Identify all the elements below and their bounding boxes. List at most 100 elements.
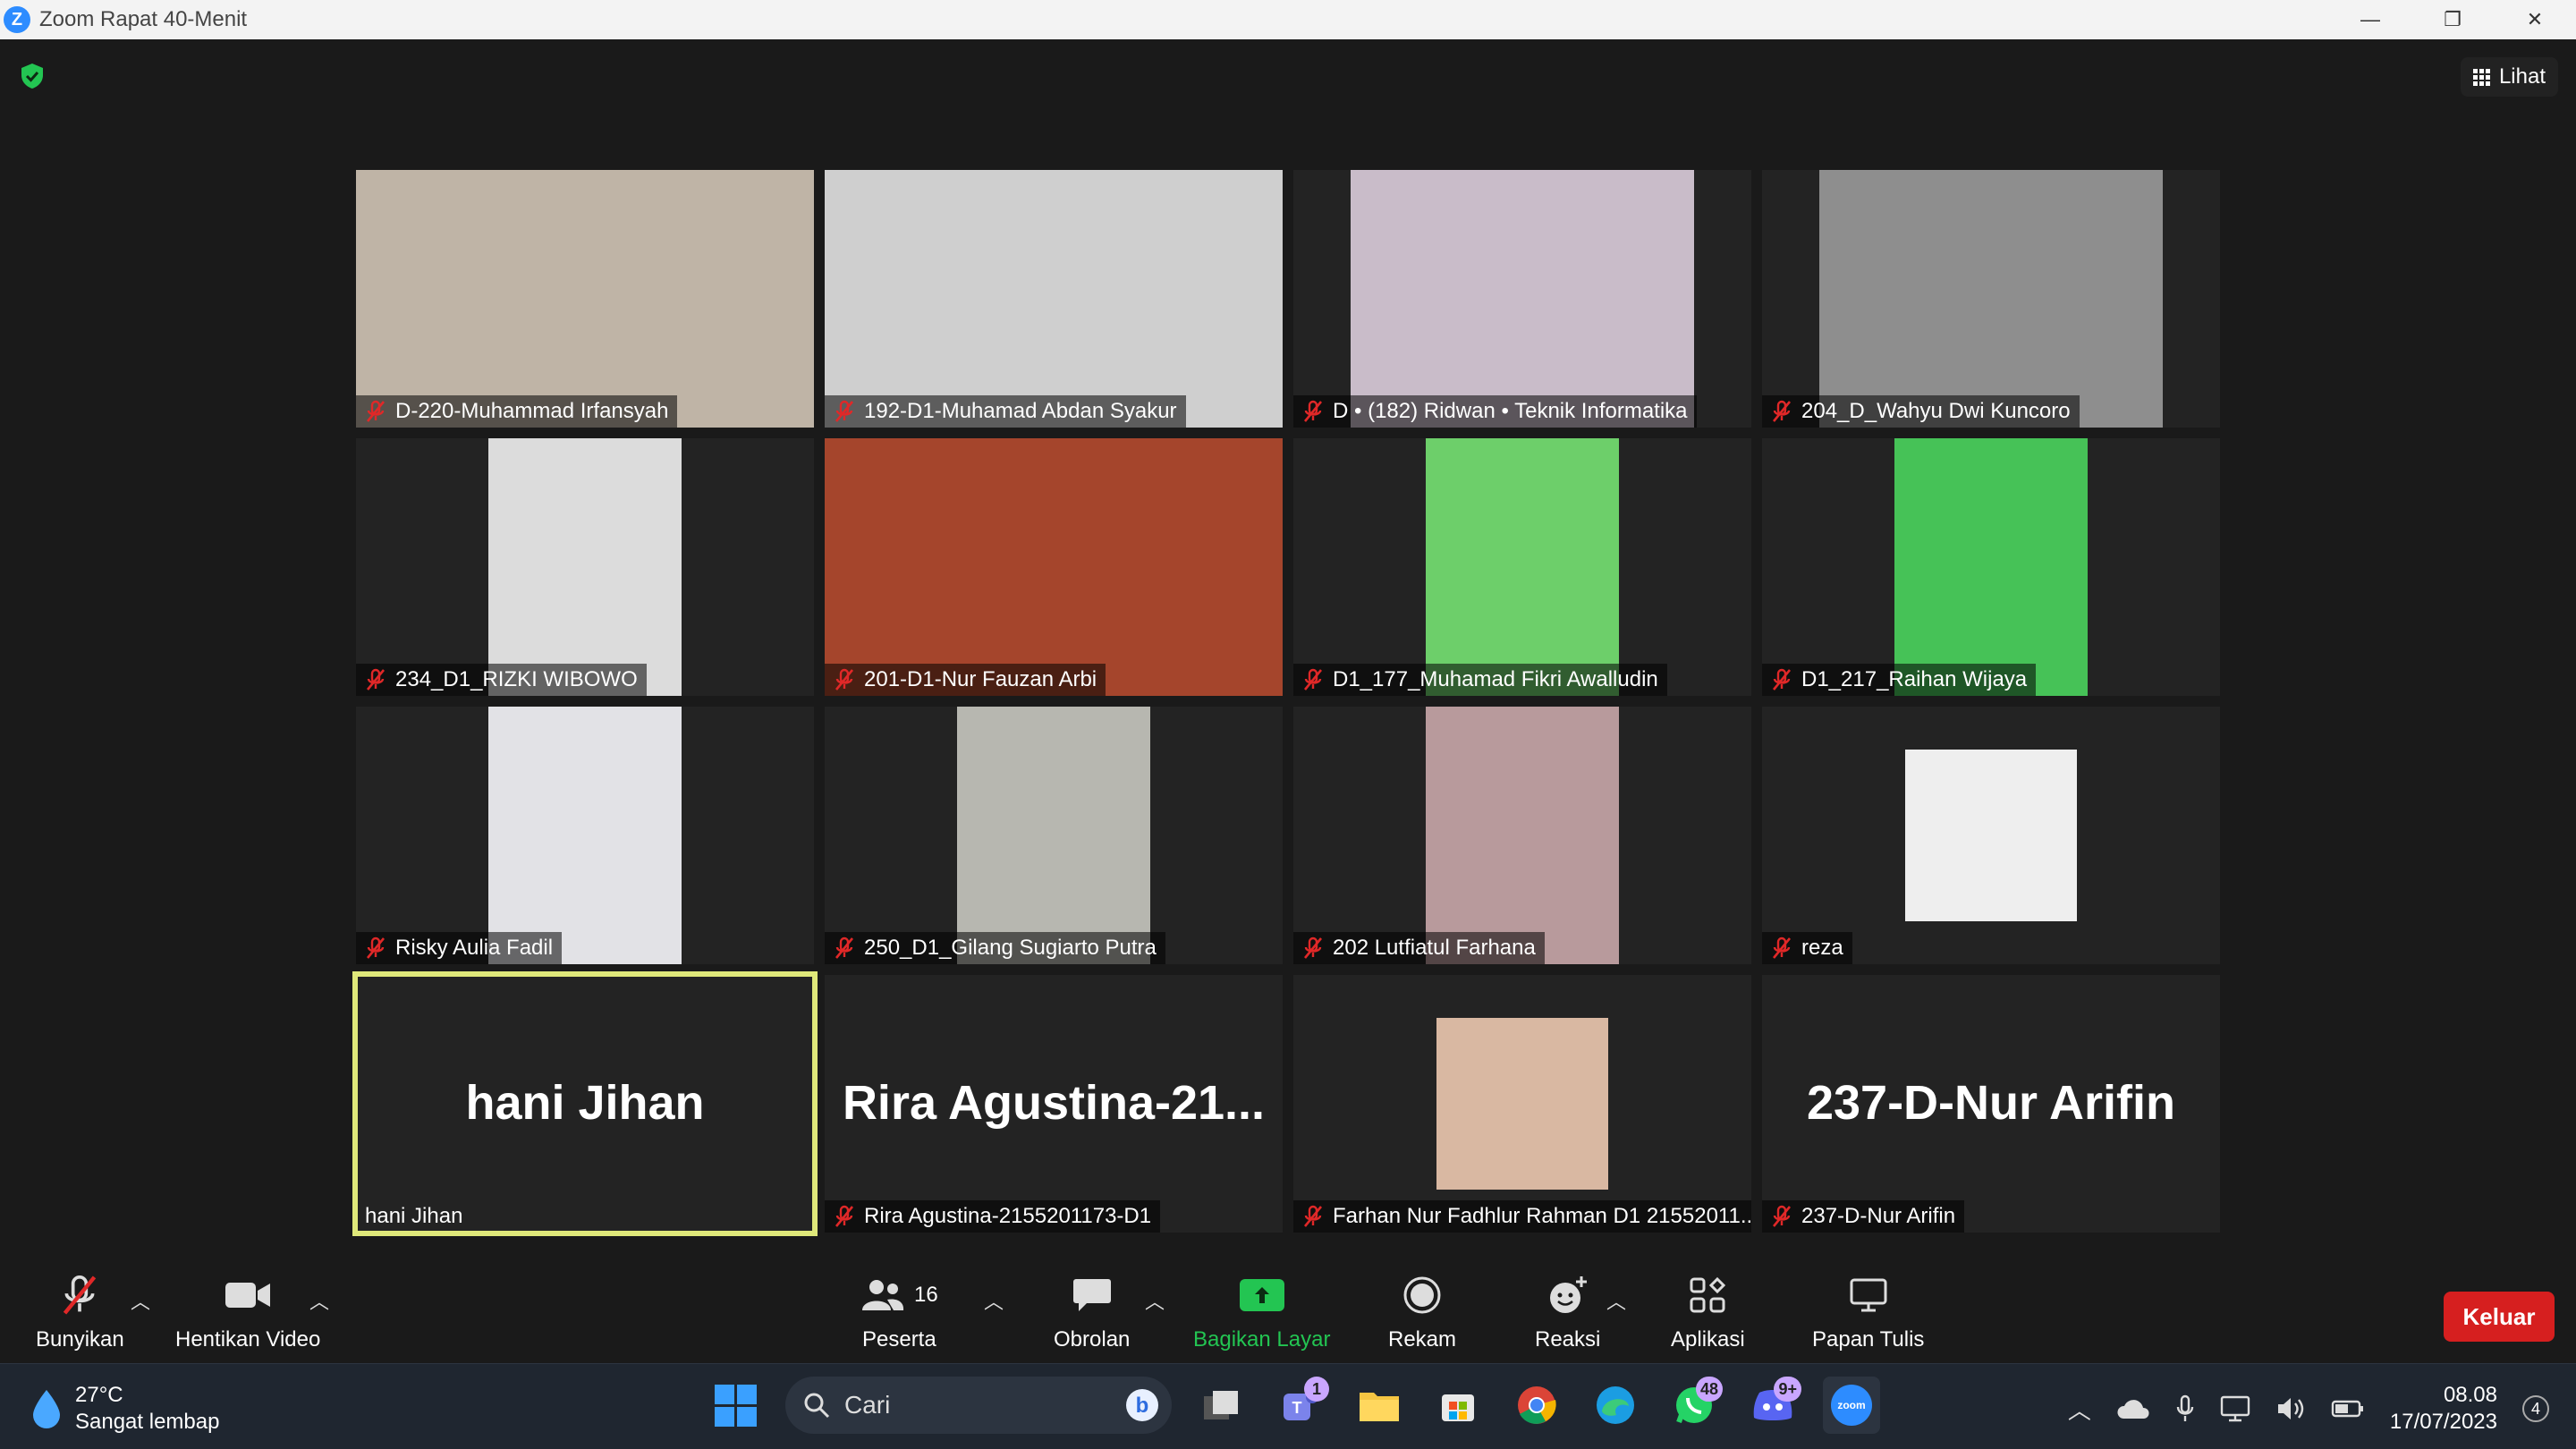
video-feed [825, 170, 1283, 428]
share-screen-button[interactable]: Bagikan Layar [1193, 1274, 1330, 1352]
taskbar-apps: Cari b T 1 48 9+ zoom [707, 1377, 1880, 1434]
whatsapp-badge: 48 [1695, 1377, 1723, 1402]
temperature: 27°C [75, 1383, 123, 1407]
participant-tile[interactable]: Farhan Nur Fadhlur Rahman D1 21552011... [1293, 975, 1751, 1233]
participants-count: 16 [914, 1283, 938, 1307]
task-view-icon[interactable] [1193, 1377, 1250, 1434]
participants-icon [862, 1280, 904, 1310]
edge-icon[interactable] [1587, 1377, 1644, 1434]
teams-icon[interactable]: T 1 [1272, 1377, 1329, 1434]
start-button[interactable] [707, 1377, 764, 1434]
audio-options-chevron-icon[interactable]: ︿ [131, 1286, 150, 1315]
close-button[interactable]: ✕ [2494, 0, 2576, 39]
participant-tile[interactable]: Risky Aulia Fadil [356, 707, 814, 964]
participant-tile[interactable]: D-220-Muhammad Irfansyah [356, 170, 814, 428]
microsoft-store-icon[interactable] [1429, 1377, 1487, 1434]
participants-button[interactable]: 16 Peserta [860, 1274, 938, 1352]
whiteboard-button[interactable]: Papan Tulis [1812, 1274, 1924, 1352]
minimize-button[interactable]: — [2329, 0, 2411, 39]
reactions-options-chevron-icon[interactable]: ︿ [1606, 1286, 1626, 1315]
participant-tile[interactable]: 204_D_Wahyu Dwi Kuncoro [1762, 170, 2220, 428]
microphone-icon[interactable] [2175, 1394, 2195, 1423]
participant-tile[interactable]: Rira Agustina-21... Rira Agustina-215520… [825, 975, 1283, 1233]
muted-mic-icon [1303, 1205, 1323, 1227]
participant-name: D-220-Muhammad Irfansyah [395, 399, 669, 423]
discord-icon[interactable]: 9+ [1744, 1377, 1801, 1434]
svg-text:b: b [1136, 1394, 1149, 1418]
chat-options-chevron-icon[interactable]: ︿ [1145, 1286, 1165, 1315]
view-button[interactable]: Lihat [2460, 57, 2558, 97]
muted-mic-icon [1772, 400, 1792, 422]
unmute-button[interactable]: Bunyikan [36, 1274, 124, 1352]
participants-options-chevron-icon[interactable]: ︿ [984, 1286, 1004, 1315]
participant-tile[interactable]: D • (182) Ridwan • Teknik Informatika [1293, 170, 1751, 428]
muted-mic-icon [1772, 1205, 1792, 1227]
video-feed [1426, 438, 1619, 696]
record-button[interactable]: Rekam [1388, 1274, 1456, 1352]
participant-name-tag: 250_D1_Gilang Sugiarto Putra [825, 932, 1165, 964]
clock-date: 17/07/2023 [2389, 1410, 2497, 1434]
participant-tile[interactable]: 202 Lutfiatul Farhana [1293, 707, 1751, 964]
participant-tile[interactable]: 192-D1-Muhamad Abdan Syakur [825, 170, 1283, 428]
participant-name: 192-D1-Muhamad Abdan Syakur [864, 399, 1177, 423]
taskbar-search[interactable]: Cari b [785, 1377, 1172, 1434]
stop-video-button[interactable]: Hentikan Video [175, 1274, 320, 1352]
battery-icon[interactable] [2331, 1397, 2365, 1420]
restore-button[interactable]: ❐ [2411, 0, 2494, 39]
participant-name: D1_177_Muhamad Fikri Awalludin [1333, 667, 1658, 691]
participant-tile[interactable]: 201-D1-Nur Fauzan Arbi [825, 438, 1283, 696]
muted-mic-icon [64, 1275, 97, 1315]
system-tray: ︿ 08.08 17/07/2023 4 [2068, 1382, 2549, 1436]
participant-tile[interactable]: 237-D-Nur Arifin 237-D-Nur Arifin [1762, 975, 2220, 1233]
onedrive-cloud-icon[interactable] [2116, 1397, 2150, 1420]
participant-tile[interactable]: D1_217_Raihan Wijaya [1762, 438, 2220, 696]
chrome-icon[interactable] [1508, 1377, 1565, 1434]
window-titlebar: Z Zoom Rapat 40-Menit — ❐ ✕ [0, 0, 2576, 39]
participant-name-tag: Risky Aulia Fadil [356, 932, 563, 964]
participant-tile[interactable]: 234_D1_RIZKI WIBOWO [356, 438, 814, 696]
avatar-image [1905, 750, 2077, 921]
weather-widget[interactable]: 27°C Sangat lembap [30, 1382, 219, 1436]
active-speaker-tile[interactable]: hani Jihan hani Jihan [352, 971, 818, 1236]
participant-name: 237-D-Nur Arifin [1801, 1204, 1956, 1228]
teams-badge: 1 [1304, 1377, 1329, 1402]
participant-tile[interactable]: reza [1762, 707, 2220, 964]
participant-name: D1_217_Raihan Wijaya [1801, 667, 2028, 691]
chat-bubble-icon [1072, 1279, 1111, 1311]
leave-meeting-button[interactable]: Keluar [2444, 1292, 2555, 1342]
clock[interactable]: 08.08 17/07/2023 [2390, 1382, 2497, 1436]
muted-mic-icon [835, 400, 854, 422]
video-feed [1819, 170, 2163, 428]
participant-name-tag: 201-D1-Nur Fauzan Arbi [825, 664, 1106, 696]
encryption-shield-icon[interactable] [20, 63, 45, 89]
participant-name: 250_D1_Gilang Sugiarto Putra [864, 936, 1157, 960]
meeting-toolbar: Bunyikan ︿ Hentikan Video ︿ 16 Peserta ︿… [0, 1265, 2576, 1363]
windows-logo-icon [714, 1384, 757, 1427]
tray-overflow-chevron-icon[interactable]: ︿ [2068, 1393, 2091, 1426]
reactions-button[interactable]: Reaksi [1535, 1274, 1600, 1352]
zoom-taskbar-icon[interactable]: zoom [1823, 1377, 1880, 1434]
chat-button[interactable]: Obrolan [1054, 1274, 1130, 1352]
whiteboard-label: Papan Tulis [1812, 1327, 1925, 1352]
participants-label: Peserta [861, 1327, 936, 1352]
stop-video-label: Hentikan Video [175, 1327, 321, 1352]
participant-tile[interactable]: D1_177_Muhamad Fikri Awalludin [1293, 438, 1751, 696]
notification-count-badge[interactable]: 4 [2522, 1395, 2549, 1422]
speaker-volume-icon[interactable] [2275, 1395, 2306, 1422]
video-feed [1436, 1018, 1608, 1190]
participant-name: D • (182) Ridwan • Teknik Informatika [1333, 399, 1688, 423]
clock-time: 08.08 [2443, 1383, 2497, 1407]
participant-name-tag: 237-D-Nur Arifin [1762, 1200, 1965, 1233]
participant-tile[interactable]: 250_D1_Gilang Sugiarto Putra [825, 707, 1283, 964]
video-options-chevron-icon[interactable]: ︿ [309, 1286, 329, 1315]
participant-name-tag: D-220-Muhammad Irfansyah [356, 395, 678, 428]
zoom-app-label: zoom [1831, 1385, 1872, 1426]
whatsapp-icon[interactable]: 48 [1665, 1377, 1723, 1434]
file-explorer-icon[interactable] [1351, 1377, 1408, 1434]
muted-mic-icon [1303, 936, 1323, 959]
video-feed [1351, 170, 1694, 428]
apps-button[interactable]: Aplikasi [1671, 1274, 1745, 1352]
network-icon[interactable] [2220, 1395, 2250, 1422]
record-icon [1403, 1276, 1441, 1314]
participant-name-tag: reza [1762, 932, 1852, 964]
